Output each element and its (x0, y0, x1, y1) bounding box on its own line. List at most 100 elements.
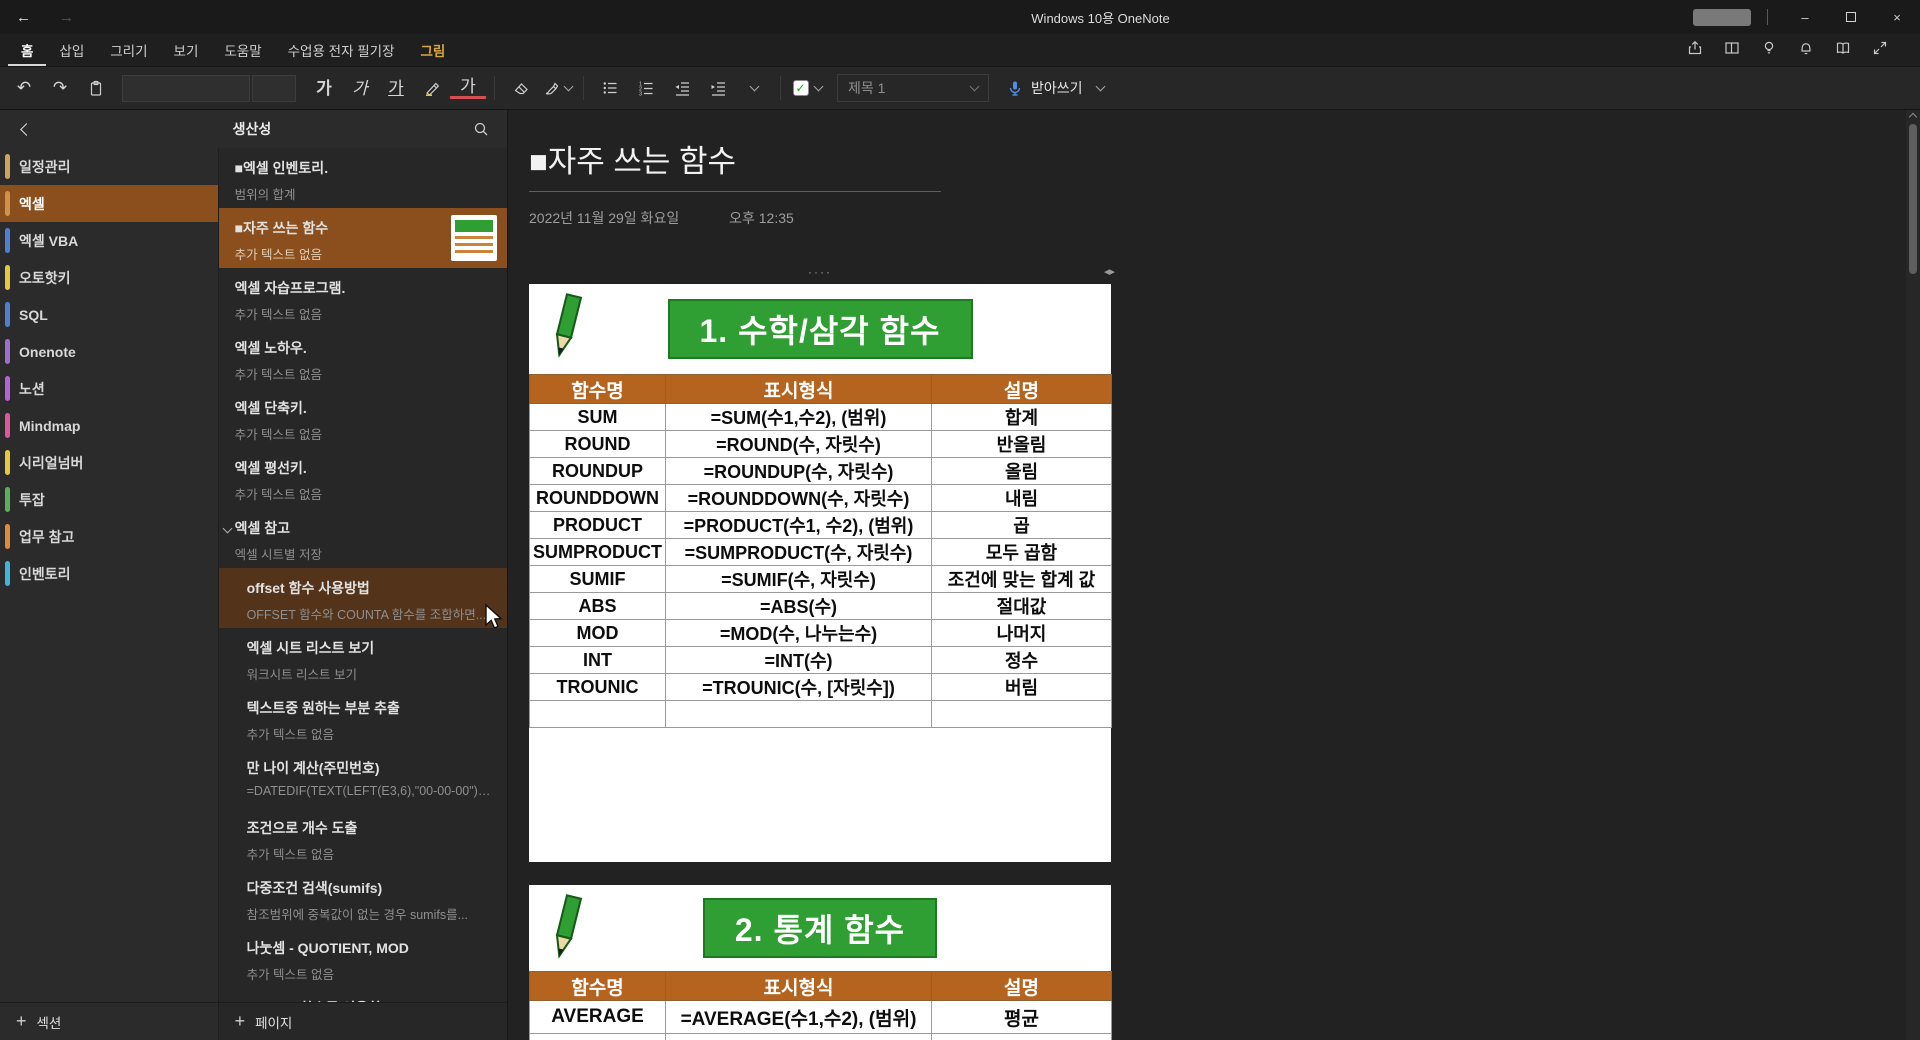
table-cell: =TROUNIC(수, [자릿수]) (665, 673, 932, 701)
maximize-button[interactable] (1828, 0, 1874, 34)
ribbon-right-icons (1687, 40, 1888, 61)
table-cell: ROUNDUP (529, 457, 666, 485)
table-row: ROUNDDOWN =ROUNDDOWN(수, 자릿수) 내림 (529, 484, 1112, 512)
format-painter-button[interactable] (539, 72, 575, 104)
share-button[interactable] (1687, 40, 1703, 61)
clipboard-button[interactable] (78, 72, 114, 104)
section-item[interactable]: SQL (0, 296, 218, 333)
page-item[interactable]: 다중조건 검색(sumifs) 참조범위에 중복값이 없는 경우 sumifs를.… (219, 868, 507, 928)
dictate-button[interactable]: 받아쓰기 (1007, 78, 1105, 98)
font-name-input[interactable] (122, 74, 250, 102)
section-item[interactable]: Onenote (0, 333, 218, 370)
embedded-image[interactable]: ···· ◂▸ 1. 수학/삼각 함수 함수명 표시형식 설명 SUM =SUM(수1,수2)… (529, 265, 1115, 862)
indent-button[interactable] (700, 72, 736, 104)
ribbon-tab[interactable]: 도움말 (211, 34, 274, 66)
page-item-subtitle: 추가 텍스트 없음 (246, 848, 335, 862)
embedded-image[interactable]: 2. 통계 함수 함수명 표시형식 설명 AVERAGE =AVERAGE(수1,수2),… (529, 885, 1112, 1040)
page-item[interactable]: 만 나이 계산(주민번호) =DATEDIF(TEXT(LEFT(E3,6),"0… (219, 748, 507, 808)
section-item[interactable]: 업무 참고 (0, 518, 218, 555)
tag-dropdown-chevron[interactable] (813, 81, 823, 92)
page-title-heading[interactable]: ■자주 쓰는 함수 (529, 136, 941, 192)
page-item[interactable]: offset 함수 사용방법 OFFSET 함수와 COUNTA 함수를 조합하면… (218, 568, 507, 628)
page-item[interactable]: 엑셀 평선키. 추가 텍스트 없음 (219, 448, 507, 508)
outdent-icon (675, 82, 689, 96)
bullets-button[interactable] (592, 72, 628, 104)
ribbon-tab[interactable]: 그리기 (97, 34, 160, 66)
notebooks-button[interactable] (1835, 40, 1851, 61)
scrollbar-thumb[interactable] (1909, 124, 1917, 274)
table-header-cell: 함수명 (529, 374, 666, 404)
section-item[interactable]: 일정관리 (0, 148, 218, 185)
fullscreen-button[interactable] (1872, 40, 1888, 61)
ribbon-tab[interactable]: 보기 (161, 34, 212, 66)
style-dropdown[interactable]: 제목 1 (837, 74, 989, 102)
notebook-title[interactable]: 생산성 (31, 119, 473, 139)
note-canvas[interactable]: ■자주 쓰는 함수 2022년 11월 29일 화요일 오후 12:35 ···… (508, 110, 1920, 1040)
outdent-button[interactable] (664, 72, 700, 104)
section-item[interactable]: 엑셀 VBA (0, 222, 218, 259)
table-cell: 모두 곱함 (931, 538, 1112, 566)
close-button[interactable]: × (1874, 0, 1920, 34)
page-item[interactable]: 엑셀 노하우. 추가 텍스트 없음 (219, 328, 507, 388)
underline-button[interactable]: 가 (378, 72, 414, 104)
format-painter-dropdown-chevron[interactable] (563, 81, 573, 92)
dictate-dropdown-chevron[interactable] (1095, 81, 1105, 92)
paragraph-more-button[interactable] (736, 72, 772, 104)
image-resize-handle[interactable]: ◂▸ (1104, 265, 1115, 278)
minimize-button[interactable]: – (1782, 0, 1828, 34)
eraser-button[interactable] (503, 72, 539, 104)
bold-button[interactable]: 가 (306, 72, 342, 104)
add-page-button[interactable]: + 페이지 (217, 1003, 507, 1040)
section-item[interactable]: 엑셀 (0, 185, 218, 222)
page-item[interactable]: 텍스트중 원하는 부분 추출 추가 텍스트 없음 (219, 688, 507, 748)
formatting-toolbar: ↶ ↷ 가 가 가 가 123 ✓ 제목 1 받아쓰기 (0, 66, 1920, 110)
redo-button[interactable]: ↷ (42, 72, 78, 104)
page-item[interactable]: ■엑셀 인벤토리. 범위의 합계 (219, 148, 507, 208)
section-item[interactable]: 투잡 (0, 481, 218, 518)
numbering-button[interactable]: 123 (628, 72, 664, 104)
section-item[interactable]: 시리얼넘버 (0, 444, 218, 481)
undo-button[interactable]: ↶ (6, 72, 42, 104)
ribbon-tab[interactable]: 그림 (408, 34, 459, 66)
panels-button[interactable] (1724, 40, 1740, 61)
ribbon-tab[interactable]: 삽입 (46, 34, 97, 66)
ribbon-tab[interactable]: 수업용 전자 필기장 (275, 34, 408, 66)
style-dropdown-value: 제목 1 (848, 80, 886, 96)
page-item[interactable]: 조건으로 개수 도출 추가 텍스트 없음 (219, 808, 507, 868)
table-cell: ROUND (529, 430, 666, 458)
section-item[interactable]: 노션 (0, 370, 218, 407)
search-icon[interactable] (473, 121, 489, 137)
highlighter-button[interactable] (414, 72, 450, 104)
page-item-subtitle: 추가 텍스트 없음 (246, 728, 335, 742)
table-header-cell: 설명 (931, 374, 1112, 404)
section-item[interactable]: 인벤토리 (0, 555, 218, 592)
section-item[interactable]: Mindmap (0, 407, 218, 444)
page-item[interactable]: ■자주 쓰는 함수 추가 텍스트 없음 (218, 208, 507, 268)
page-item[interactable]: 나눗셈 - QUOTIENT, MOD 추가 텍스트 없음 (219, 928, 507, 988)
page-item[interactable]: 엑셀 참고 엑셀 시트별 저장 (219, 508, 507, 568)
font-color-button[interactable]: 가 (450, 78, 486, 99)
pencil-icon (555, 293, 583, 358)
nav-back-button[interactable]: ← (16, 9, 31, 26)
ribbon-tab[interactable]: 홈 (8, 34, 46, 66)
table-cell: =ABS(수) (665, 592, 932, 620)
section-item[interactable]: 오토핫키 (0, 259, 218, 296)
vertical-scrollbar[interactable] (1906, 110, 1920, 1040)
lightbulb-button[interactable] (1761, 40, 1777, 61)
scroll-up-arrow-icon[interactable] (1908, 112, 1917, 122)
nav-forward-button[interactable]: → (59, 9, 74, 26)
image-move-handle[interactable]: ···· (808, 265, 832, 279)
table-cell: =SUMIF(수, 자릿수) (665, 565, 932, 593)
italic-button[interactable]: 가 (342, 72, 378, 104)
add-page-label: 페이지 (255, 1015, 293, 1031)
font-size-input[interactable] (252, 74, 296, 102)
collapse-chevron-icon[interactable] (222, 523, 233, 534)
page-item[interactable]: 엑셀 단축키. 추가 텍스트 없음 (219, 388, 507, 448)
notifications-button[interactable] (1798, 40, 1814, 61)
todo-tag-button[interactable]: ✓ (789, 72, 825, 104)
page-item[interactable]: 엑셀 자습프로그램. 추가 텍스트 없음 (219, 268, 507, 328)
add-section-button[interactable]: + 섹션 (0, 1003, 218, 1040)
page-item[interactable]: 엑셀 시트 리스트 보기 워크시트 리스트 보기 (219, 628, 507, 688)
page-item[interactable]: MATCH 함수를 이용한 Vlookup (219, 988, 507, 1002)
table-cell: 반올림 (931, 430, 1112, 458)
